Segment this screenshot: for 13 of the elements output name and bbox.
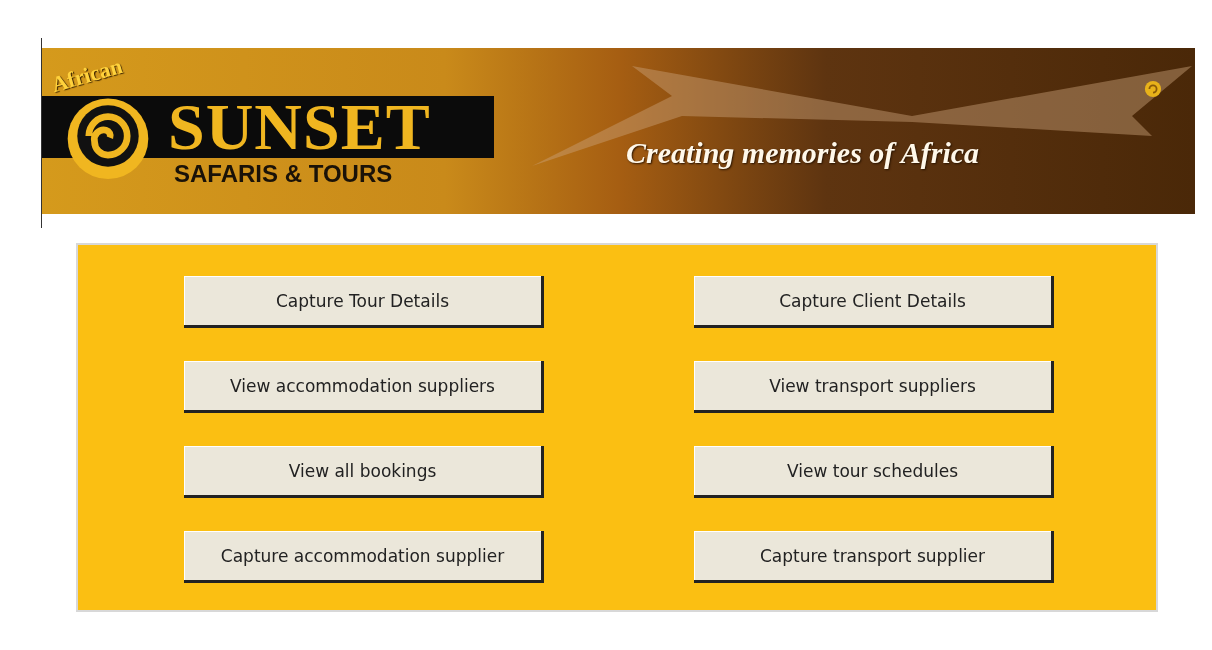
swirl-icon [1144,80,1162,98]
menu-button[interactable]: Capture accommodation supplier [184,531,544,583]
brand-subtitle: SAFARIS & TOURS [174,160,393,188]
menu-button[interactable]: View transport suppliers [694,361,1054,413]
menu-button[interactable]: View all bookings [184,446,544,498]
menu-button[interactable]: View tour schedules [694,446,1054,498]
tagline: Creating memories of Africa [626,136,980,170]
brand-prefix: African [48,53,126,98]
menu-button[interactable]: Capture transport supplier [694,531,1054,583]
brand-name: SUNSET [168,98,431,156]
menu-button[interactable]: Capture Tour Details [184,276,544,328]
menu-button[interactable]: Capture Client Details [694,276,1054,328]
menu-button[interactable]: View accommodation suppliers [184,361,544,413]
